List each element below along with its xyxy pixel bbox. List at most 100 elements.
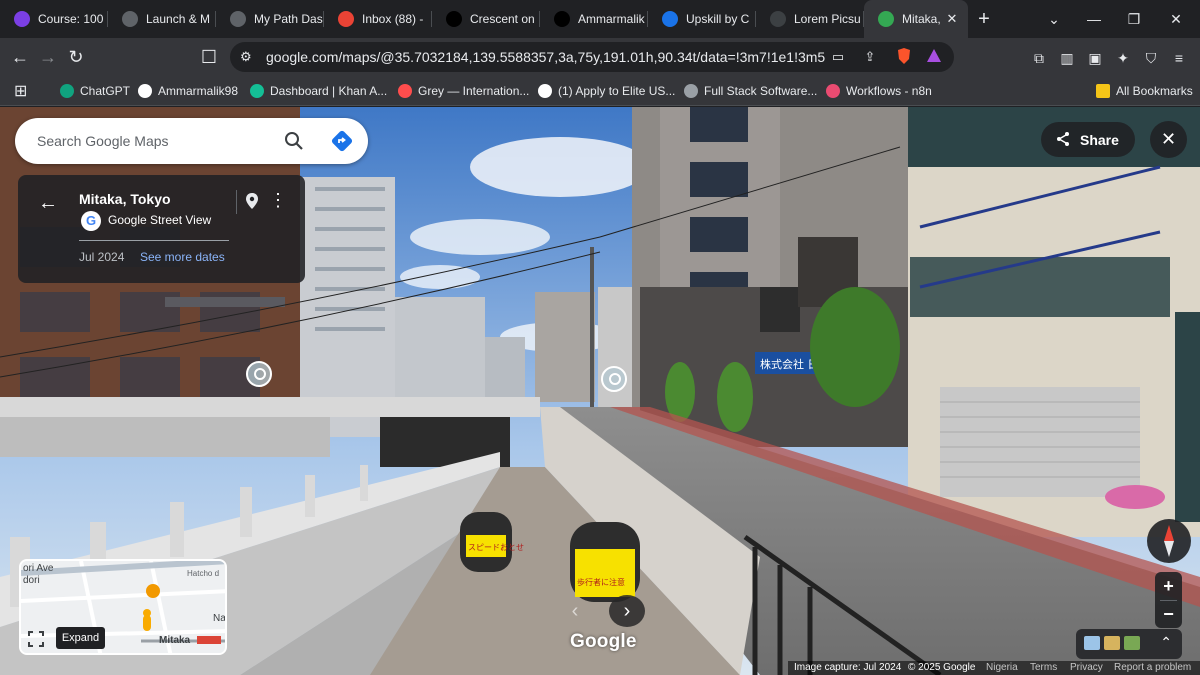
bookmark-label: Dashboard | Khan A...: [270, 84, 388, 98]
share-page-icon[interactable]: ⇪: [860, 47, 880, 67]
tab-active[interactable]: Mitaka, ✕: [864, 0, 968, 38]
tab-strip: Course: 100 Launch & M My Path Das Inbox (8…: [0, 0, 1200, 38]
close-window-button[interactable]: ✕: [1156, 0, 1196, 38]
close-street-view-button[interactable]: ✕: [1150, 121, 1187, 158]
bookmark-item[interactable]: Ammarmalik98: [138, 81, 238, 101]
directions-icon[interactable]: [330, 129, 354, 153]
see-more-dates-link[interactable]: See more dates: [140, 250, 225, 264]
bookmark-favicon: [826, 84, 840, 98]
site-info-icon[interactable]: ⚙: [240, 49, 252, 65]
zoom-out-button[interactable]: −: [1155, 600, 1182, 628]
close-tab-icon[interactable]: ✕: [944, 11, 960, 27]
install-icon[interactable]: ▭: [828, 47, 848, 67]
tab-title: Inbox (88) -: [362, 12, 424, 26]
zoom-in-button[interactable]: +: [1155, 572, 1182, 600]
next-arrow-button[interactable]: ›: [609, 595, 645, 627]
bookmark-item[interactable]: Dashboard | Khan A...: [250, 81, 387, 101]
tab-title: My Path Das: [254, 12, 323, 26]
share-label: Share: [1080, 132, 1119, 148]
expand-icon[interactable]: [27, 630, 45, 648]
wallet-icon[interactable]: ▣: [1084, 47, 1106, 69]
sidebar-icon[interactable]: ▥: [1056, 47, 1078, 69]
vpn-icon[interactable]: ⛉: [1140, 47, 1162, 69]
all-bookmarks-button[interactable]: All Bookmarks: [1096, 81, 1193, 101]
compass-control[interactable]: [1147, 519, 1191, 563]
url-text[interactable]: google.com/maps/@35.7032184,139.5588357,…: [266, 49, 826, 65]
forward-button[interactable]: →: [34, 44, 62, 70]
restore-button[interactable]: ❐: [1114, 0, 1154, 38]
tab[interactable]: Crescent on: [432, 0, 540, 38]
bookmark-icon[interactable]: ☐: [195, 44, 223, 70]
ai-icon: [122, 11, 138, 27]
bookmark-item[interactable]: (1) Apply to Elite US...: [538, 81, 675, 101]
minimap[interactable]: ori Ave dori Mitaka Na Hatcho d: [19, 559, 227, 655]
street-view-panorama[interactable]: 株式会社 日興商事 スピードおとせ 歩行者に注意 Search Google M…: [0, 107, 1200, 675]
imagery-layers-control[interactable]: ⌃: [1076, 629, 1182, 659]
minimap-label: Na: [213, 613, 226, 624]
tab[interactable]: Launch & M: [108, 0, 216, 38]
brave-rewards-icon[interactable]: [924, 47, 944, 67]
layer-thumbnail[interactable]: [1104, 636, 1120, 650]
tab[interactable]: My Path Das: [216, 0, 324, 38]
brave-shield-icon[interactable]: [894, 47, 914, 67]
extensions-icon[interactable]: ⧉: [1028, 47, 1050, 69]
bookmark-favicon: [138, 84, 152, 98]
previous-arrow-button[interactable]: ‹: [557, 595, 593, 627]
tab-title: Crescent on: [470, 12, 535, 26]
location-pin-icon[interactable]: [244, 192, 260, 210]
google-logo: Google: [570, 631, 637, 652]
back-arrow-icon[interactable]: ←: [38, 193, 58, 213]
tab[interactable]: Upskill by C: [648, 0, 756, 38]
speed-sign: スピードおとせ: [468, 543, 524, 552]
bookmark-item[interactable]: Grey — Internation...: [398, 81, 529, 101]
bookmarks-bar: ⊞ All Bookmarks ChatGPT Ammarmalik98 Dashb…: [0, 76, 1200, 106]
tab[interactable]: Lorem Picsu: [756, 0, 864, 38]
divider: [1160, 600, 1177, 601]
divider: [79, 240, 229, 241]
bookmark-favicon: [684, 84, 698, 98]
share-button[interactable]: Share: [1041, 122, 1135, 157]
folder-icon: [1096, 84, 1110, 98]
place-title: Mitaka, Tokyo: [79, 191, 171, 207]
report-problem-link[interactable]: Report a problem: [1114, 662, 1191, 673]
github-icon: [554, 11, 570, 27]
search-icon[interactable]: [282, 129, 306, 153]
country-link[interactable]: Nigeria: [986, 662, 1018, 673]
leo-ai-icon[interactable]: ✦: [1112, 47, 1134, 69]
street-view-pin-left[interactable]: [246, 361, 272, 387]
compass-icon: [1164, 525, 1174, 557]
minimize-button[interactable]: —: [1074, 0, 1114, 38]
privacy-link[interactable]: Privacy: [1070, 662, 1103, 673]
bookmark-favicon: [538, 84, 552, 98]
new-tab-button[interactable]: +: [968, 0, 1000, 38]
tab-title: Lorem Picsu: [794, 12, 861, 26]
chevron-up-icon[interactable]: ⌃: [1160, 634, 1172, 651]
layer-thumbnail[interactable]: [1124, 636, 1140, 650]
picsum-icon: [770, 11, 786, 27]
tab[interactable]: Ammarmalik: [540, 0, 648, 38]
tab-title: Course: 100: [38, 12, 104, 26]
minimap-label: Hatcho d: [187, 569, 219, 578]
bookmark-item[interactable]: Workflows - n8n: [826, 81, 932, 101]
tab-search-icon[interactable]: ⌄: [1034, 0, 1074, 38]
pedestrian-sign: 歩行者に注意: [577, 577, 625, 587]
bookmark-item[interactable]: Full Stack Software...: [684, 81, 817, 101]
search-box[interactable]: Search Google Maps: [15, 118, 368, 164]
tab[interactable]: Inbox (88) -: [324, 0, 432, 38]
tab[interactable]: Course: 100: [0, 0, 108, 38]
upskill-icon: [662, 11, 678, 27]
search-input[interactable]: Search Google Maps: [37, 133, 169, 149]
street-view-pin-right[interactable]: [601, 366, 627, 392]
bookmark-label: Workflows - n8n: [846, 84, 932, 98]
layer-thumbnail[interactable]: [1084, 636, 1100, 650]
terms-link[interactable]: Terms: [1030, 662, 1057, 673]
menu-icon[interactable]: ≡: [1168, 47, 1190, 69]
reload-button[interactable]: ↻: [62, 44, 90, 70]
apps-grid-icon[interactable]: ⊞: [14, 81, 27, 101]
more-options-icon[interactable]: ⋮: [269, 190, 287, 210]
tab-title: Upskill by C: [686, 12, 750, 26]
street-view-info-card: ← Mitaka, Tokyo G Google Street View ⋮: [18, 175, 305, 283]
address-bar[interactable]: ⚙ google.com/maps/@35.7032184,139.558835…: [230, 42, 954, 72]
bookmark-item[interactable]: ChatGPT: [60, 81, 130, 101]
back-button[interactable]: ←: [6, 44, 34, 70]
